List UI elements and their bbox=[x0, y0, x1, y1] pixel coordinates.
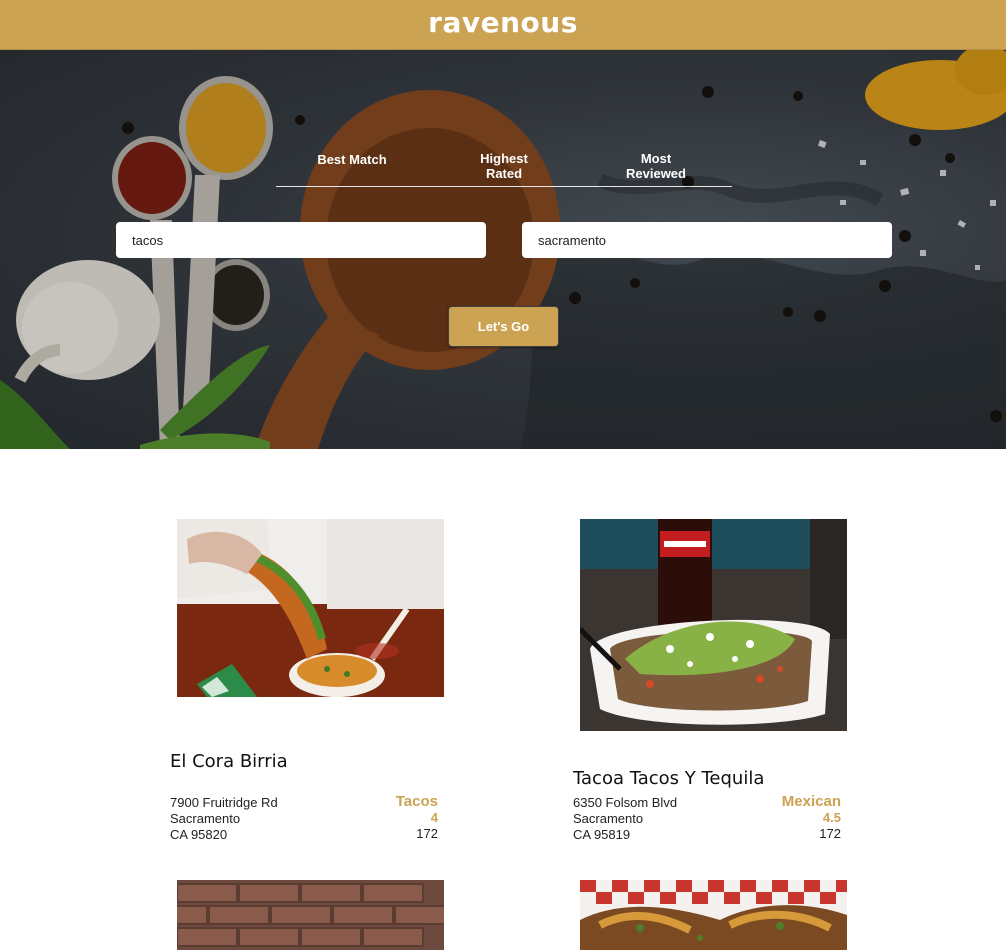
address-city: Sacramento bbox=[573, 811, 644, 826]
top-bar: ravenous bbox=[0, 0, 1006, 50]
business-photo bbox=[177, 519, 444, 697]
lets-go-button[interactable]: Let's Go bbox=[448, 306, 559, 347]
business-address: 7900 Fruitridge Rd Sacramento CA 95820 bbox=[170, 795, 278, 843]
address-street: 6350 Folsom Blvd bbox=[573, 795, 678, 810]
brand-logo: ravenous bbox=[428, 6, 578, 39]
address-street: 7900 Fruitridge Rd bbox=[170, 795, 278, 810]
business-rating: 4.5 bbox=[822, 810, 841, 825]
business-review-count: 172 bbox=[416, 826, 438, 841]
business-card[interactable]: El Cora Birria 7900 Fruitridge Rd Sacram… bbox=[170, 519, 444, 849]
business-meta: Tacos 4 172 bbox=[396, 794, 438, 842]
business-name: El Cora Birria bbox=[170, 751, 288, 772]
search-hero: Best Match Highest Rated Most Reviewed L… bbox=[0, 50, 1006, 449]
sort-most-reviewed[interactable]: Most Reviewed bbox=[580, 151, 732, 181]
search-term-input[interactable] bbox=[116, 222, 486, 258]
business-photo bbox=[580, 880, 847, 950]
business-name: Tacoa Tacos Y Tequila bbox=[573, 768, 765, 789]
business-card[interactable] bbox=[573, 880, 847, 950]
business-address: 6350 Folsom Blvd Sacramento CA 95819 bbox=[573, 795, 677, 843]
business-card[interactable] bbox=[170, 880, 444, 950]
sort-highest-rated[interactable]: Highest Rated bbox=[428, 151, 580, 181]
address-city: Sacramento bbox=[170, 811, 241, 826]
business-photo bbox=[177, 880, 444, 950]
address-state-zip: CA 95819 bbox=[573, 827, 631, 842]
sort-best-match[interactable]: Best Match bbox=[276, 152, 428, 167]
business-card[interactable]: Tacoa Tacos Y Tequila 6350 Folsom Blvd S… bbox=[573, 519, 847, 849]
address-state-zip: CA 95820 bbox=[170, 827, 228, 842]
business-meta: Mexican 4.5 172 bbox=[782, 794, 841, 842]
business-review-count: 172 bbox=[819, 826, 841, 841]
location-input[interactable] bbox=[522, 222, 892, 258]
tacos-image bbox=[580, 880, 847, 950]
business-category: Tacos bbox=[395, 793, 438, 810]
business-rating: 4 bbox=[430, 810, 438, 825]
business-photo bbox=[580, 519, 847, 731]
brick-wall-image bbox=[177, 880, 444, 950]
business-category: Mexican bbox=[781, 793, 841, 810]
sort-options: Best Match Highest Rated Most Reviewed bbox=[276, 151, 732, 187]
nachos-image bbox=[580, 519, 847, 731]
taco-dip-image bbox=[177, 519, 444, 697]
